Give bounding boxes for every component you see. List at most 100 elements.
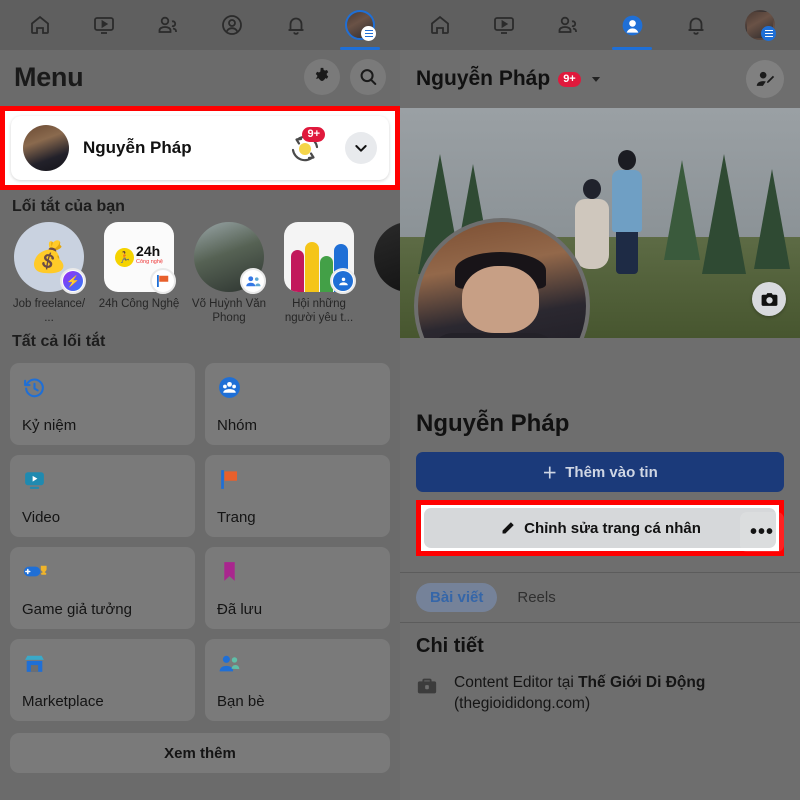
shortcut-item[interactable]: 🏃 24h Công nghệ 24h Công Nghệ xyxy=(98,222,180,325)
unread-badge: 9+ xyxy=(302,127,325,142)
pages-flag-icon xyxy=(217,466,378,492)
friends-icon xyxy=(217,650,378,676)
groups-icon xyxy=(217,374,378,400)
see-more-button[interactable]: Xem thêm xyxy=(10,733,390,773)
menu-tile-memories[interactable]: Kỷ niệm xyxy=(10,363,195,445)
nav-home-icon-left[interactable] xyxy=(18,5,62,45)
shortcuts-section-title: Lối tắt của bạn xyxy=(12,198,125,215)
detail-row-work: Content Editor tại Thế Giới Di Động (the… xyxy=(400,664,800,722)
settings-button[interactable] xyxy=(304,59,340,95)
edit-profile-highlight: Chỉnh sửa trang cá nhân xyxy=(416,500,784,556)
shortcut-label: Võ Huỳnh Văn Phong xyxy=(191,298,267,324)
edit-profile-button[interactable]: Chỉnh sửa trang cá nhân xyxy=(424,508,776,548)
avatar xyxy=(745,10,776,41)
page-flag-icon xyxy=(150,268,176,294)
add-to-story-label: Thêm vào tin xyxy=(565,463,658,481)
gaming-controller-icon xyxy=(22,558,183,584)
shortcut-label: 24h Công Nghệ xyxy=(98,298,180,310)
plus-icon: ＋ xyxy=(542,464,558,482)
shortcut-thumbnail: 💰 ⚡ xyxy=(14,222,86,294)
switch-account-icon[interactable]: 9+ xyxy=(285,127,325,168)
detail-prefix: Content Editor tại xyxy=(454,674,579,691)
menu-tile-label: Video xyxy=(22,509,61,526)
saved-bookmark-icon xyxy=(217,558,378,584)
shortcut-item[interactable]: Hội những người yêu t... xyxy=(278,222,360,325)
detail-employer: Thế Giới Di Động xyxy=(578,674,706,691)
menu-tile-groups[interactable]: Nhóm xyxy=(205,363,390,445)
menu-tile-friends[interactable]: Bạn bè xyxy=(205,639,390,721)
menu-tile-pages[interactable]: Trang xyxy=(205,455,390,537)
menu-tile-label: Đã lưu xyxy=(217,601,263,618)
cover-person xyxy=(575,179,609,269)
avatar-detail xyxy=(428,332,560,338)
shortcut-thumbnail: 🏃 24h Công nghệ xyxy=(104,222,176,294)
pencil-icon xyxy=(499,520,516,537)
avatar-detail xyxy=(461,265,539,333)
hamburger-icon xyxy=(761,26,776,41)
shortcuts-list[interactable]: 💰 ⚡ Job freelance/ ... 🏃 24h Công nghệ 2… xyxy=(0,222,400,325)
cover-photo[interactable] xyxy=(400,108,800,338)
unread-badge: 9+ xyxy=(558,71,581,87)
chevron-down-icon[interactable] xyxy=(589,72,603,86)
menu-tile-saved[interactable]: Đã lưu xyxy=(205,547,390,629)
nav-friends-icon-right[interactable] xyxy=(546,5,590,45)
group-icon xyxy=(330,268,356,294)
memories-clock-icon xyxy=(22,374,183,400)
account-name: Nguyễn Pháp xyxy=(83,138,192,157)
shortcut-item[interactable]: Võ Huỳnh Văn Phong xyxy=(188,222,270,325)
tab-posts[interactable]: Bài viết xyxy=(416,583,498,612)
menu-header-actions xyxy=(304,59,386,95)
add-to-story-button[interactable]: ＋ Thêm vào tin xyxy=(416,452,784,492)
nav-menu-avatar-icon-left[interactable] xyxy=(338,5,382,50)
marketplace-storefront-icon xyxy=(22,650,183,676)
menu-tile-label: Bạn bè xyxy=(217,693,265,710)
nav-bell-icon-right[interactable] xyxy=(674,5,718,45)
shortcut-label: Job freelance/ ... xyxy=(12,298,86,324)
left-panel-menu: Menu Nguyễn Pháp 9+ Lối tắt của bạn 💰 ⚡ … xyxy=(0,0,400,800)
nav-profile-icon-left[interactable] xyxy=(210,5,254,45)
details-section-title: Chi tiết xyxy=(416,635,484,657)
right-top-navigation xyxy=(400,0,800,50)
menu-tile-label: Trang xyxy=(217,509,256,526)
nav-video-icon-right[interactable] xyxy=(482,5,526,45)
profile-card-container: Nguyễn Pháp 9+ xyxy=(5,111,395,185)
nav-video-icon-left[interactable] xyxy=(82,5,126,45)
profile-header-name-group[interactable]: Nguyễn Pháp 9+ xyxy=(416,67,603,91)
account-switcher-card[interactable]: Nguyễn Pháp 9+ xyxy=(11,116,389,180)
friends-icon xyxy=(240,268,266,294)
chevron-down-icon[interactable] xyxy=(345,132,377,164)
menu-tile-marketplace[interactable]: Marketplace xyxy=(10,639,195,721)
cover-person xyxy=(612,149,642,274)
right-panel-profile: Nguyễn Pháp 9+ Nguyễn Pháp ＋ Thêm vào ti… xyxy=(400,0,800,800)
nav-friends-icon-left[interactable] xyxy=(146,5,190,45)
video-icon xyxy=(22,466,183,492)
search-button[interactable] xyxy=(350,59,386,95)
tab-reels[interactable]: Reels xyxy=(503,583,569,612)
shortcut-item[interactable]: 💰 ⚡ Job freelance/ ... xyxy=(8,222,90,325)
avatar xyxy=(345,10,376,41)
hamburger-icon xyxy=(361,26,376,41)
nav-menu-avatar-icon-right[interactable] xyxy=(738,5,782,45)
shortcut-label: Hội những người yêu t... xyxy=(284,298,354,324)
page-title: Menu xyxy=(14,61,84,92)
menu-tile-video[interactable]: Video xyxy=(10,455,195,537)
shortcut-thumbnail xyxy=(374,222,400,292)
nav-home-icon-right[interactable] xyxy=(418,5,462,45)
add-friend-button[interactable] xyxy=(746,60,784,98)
edit-profile-label: Chỉnh sửa trang cá nhân xyxy=(524,519,701,537)
edit-profile-row: Chỉnh sửa trang cá nhân xyxy=(421,505,779,551)
menu-tiles-grid: Kỷ niệm Nhóm Video Trang Game giả tưởng … xyxy=(0,357,400,721)
more-options-button[interactable]: ••• xyxy=(740,512,784,552)
cover-camera-button[interactable] xyxy=(752,282,786,316)
detail-suffix: (thegioididong.com) xyxy=(454,695,591,712)
all-shortcuts-title: Tất cả lối tắt xyxy=(12,333,106,350)
shortcut-thumbnail xyxy=(194,222,266,294)
shortcut-item[interactable]: V xyxy=(368,222,400,325)
profile-header-name: Nguyễn Pháp xyxy=(416,67,551,90)
menu-tile-gaming[interactable]: Game giả tưởng xyxy=(10,547,195,629)
nav-bell-icon-left[interactable] xyxy=(274,5,318,45)
profile-tabs: Bài viết Reels xyxy=(400,573,800,622)
avatar xyxy=(23,125,69,171)
nav-profile-icon-right[interactable] xyxy=(610,5,654,50)
menu-header: Menu xyxy=(0,50,400,106)
